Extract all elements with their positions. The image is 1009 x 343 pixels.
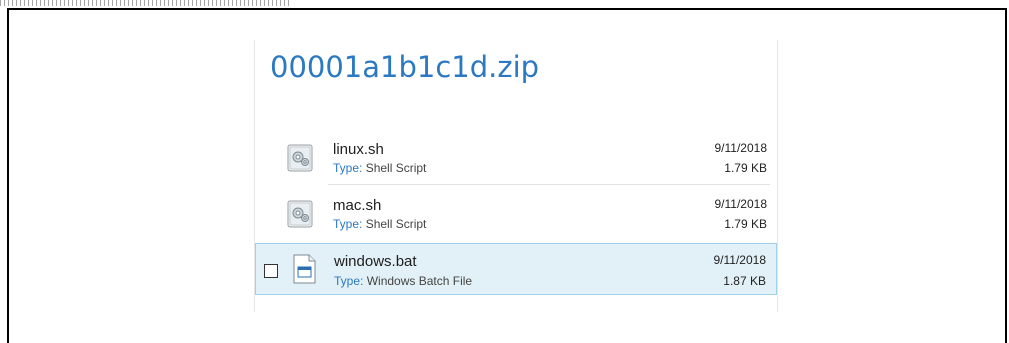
file-date: 9/11/2018 (714, 141, 768, 155)
frame-left-border (7, 8, 9, 343)
file-name: mac.sh (333, 197, 382, 214)
row-divider (328, 184, 770, 185)
file-row-linux[interactable]: linux.sh Type: Shell Script 9/11/2018 1.… (255, 136, 777, 180)
file-row-mac[interactable]: mac.sh Type: Shell Script 9/11/2018 1.79… (255, 192, 777, 236)
file-type: Type: Shell Script (333, 161, 427, 175)
file-date: 9/11/2018 (714, 197, 768, 211)
file-size: 1.79 KB (724, 217, 767, 231)
shell-script-icon (287, 144, 313, 172)
file-name: linux.sh (333, 141, 384, 158)
frame-top-border (7, 8, 1007, 10)
file-size: 1.87 KB (723, 274, 766, 288)
file-row-windows[interactable]: windows.bat Type: Windows Batch File 9/1… (255, 243, 777, 295)
frame-right-border (1005, 8, 1007, 343)
file-type: Type: Windows Batch File (334, 274, 473, 288)
select-checkbox[interactable] (264, 264, 278, 278)
file-size: 1.79 KB (724, 161, 767, 175)
file-type: Type: Shell Script (333, 217, 427, 231)
panel-right-divider (777, 40, 778, 312)
top-edge-dots (0, 0, 290, 6)
archive-title: 00001a1b1c1d.zip (270, 50, 540, 84)
batch-file-icon (293, 254, 316, 284)
file-date: 9/11/2018 (713, 253, 767, 267)
shell-script-icon (287, 200, 313, 228)
file-name: windows.bat (334, 253, 417, 270)
